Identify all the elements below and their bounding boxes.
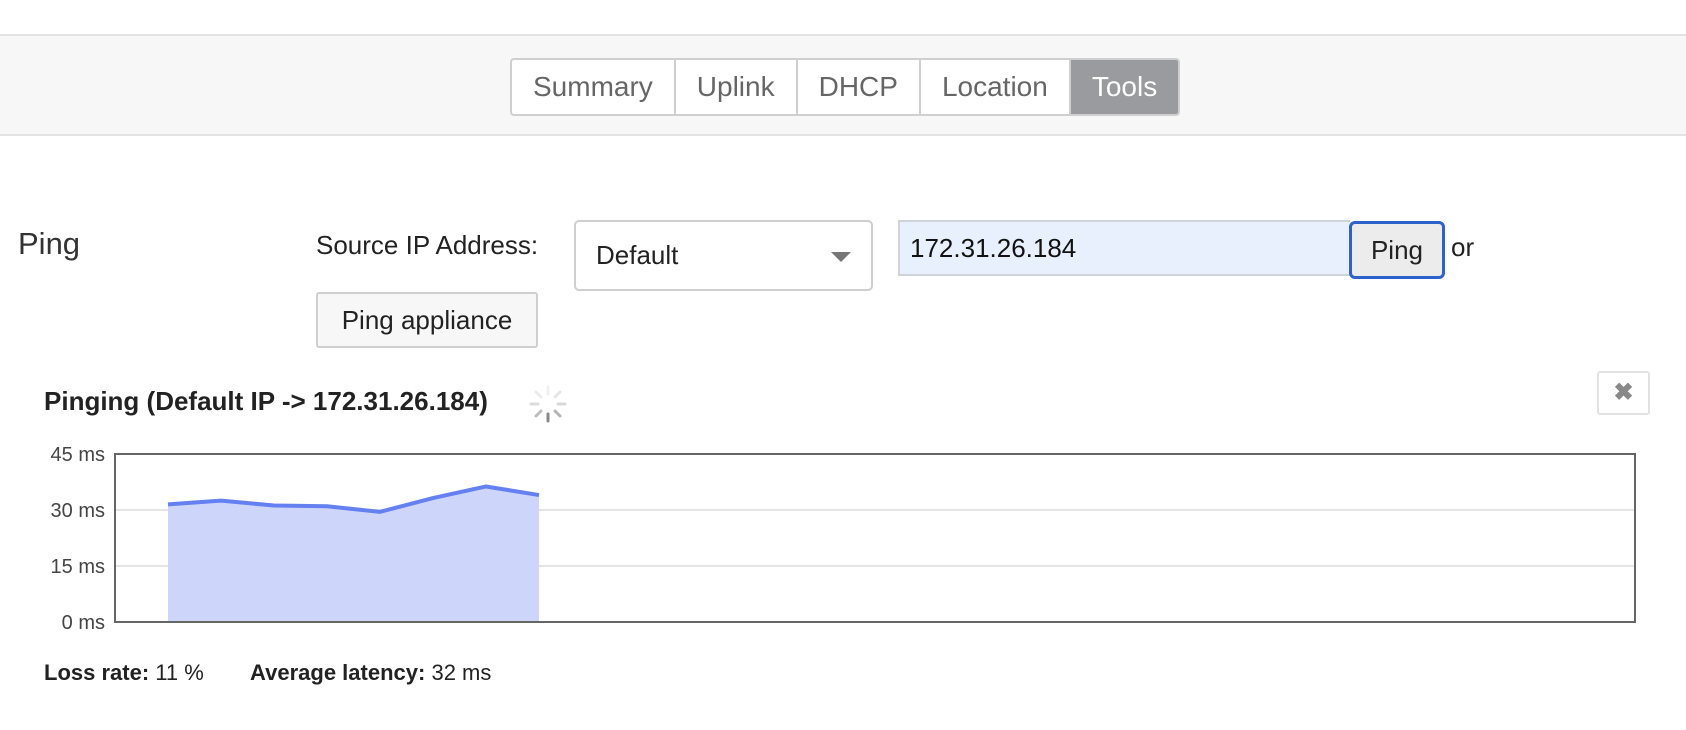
ping-button[interactable]: Ping xyxy=(1349,221,1445,279)
chart-area-layer xyxy=(167,484,540,622)
latency-chart: 0 ms 15 ms 30 ms 45 ms xyxy=(51,444,1636,634)
y-tick-label: 15 ms xyxy=(51,556,105,578)
ping-stats: Loss rate: 11 % Average latency: 32 ms xyxy=(44,660,491,686)
chevron-down-icon xyxy=(831,252,851,262)
source-ip-label: Source IP Address: xyxy=(316,230,539,260)
or-text: or xyxy=(1451,232,1475,262)
tab-location[interactable]: Location xyxy=(921,60,1071,114)
ping-status-title: Pinging (Default IP -> 172.31.26.184) xyxy=(44,386,488,416)
tab-summary[interactable]: Summary xyxy=(512,60,676,114)
y-tick-label: 0 ms xyxy=(62,612,105,634)
target-ip-input[interactable] xyxy=(898,220,1350,276)
ping-appliance-button[interactable]: Ping appliance xyxy=(316,292,538,348)
tab-uplink[interactable]: Uplink xyxy=(676,60,798,114)
loss-rate-value: 11 % xyxy=(155,660,204,685)
average-latency-label: Average latency: xyxy=(250,660,426,685)
ping-section-label: Ping xyxy=(18,226,81,261)
y-tick-label: 45 ms xyxy=(51,444,105,466)
chart-ticks: 0 ms 15 ms 30 ms 45 ms xyxy=(51,444,105,634)
series-0-area xyxy=(168,486,539,622)
tab-tools[interactable]: Tools xyxy=(1070,60,1179,114)
close-icon[interactable]: ✖ xyxy=(1597,371,1650,415)
tab-group: Summary Uplink DHCP Location Tools xyxy=(510,58,1181,116)
source-ip-select[interactable]: Default xyxy=(574,220,873,291)
tab-bar: Summary Uplink DHCP Location Tools xyxy=(0,34,1686,136)
source-ip-selected-value: Default xyxy=(596,240,679,270)
loss-rate-label: Loss rate: xyxy=(44,660,150,685)
tab-dhcp[interactable]: DHCP xyxy=(798,60,921,114)
y-tick-label: 30 ms xyxy=(51,500,105,522)
loading-spinner-icon xyxy=(529,385,567,423)
average-latency-value: 32 ms xyxy=(431,660,492,685)
